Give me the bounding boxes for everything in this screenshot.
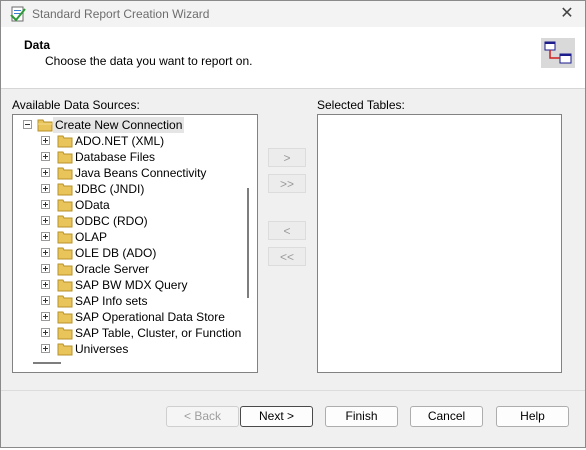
folder-icon [57,263,73,276]
add-all-tables-button[interactable]: >> [268,174,306,193]
help-button[interactable]: Help [496,406,569,427]
tree-node-label: OData [75,198,110,212]
tree-node-label: SAP BW MDX Query [75,278,188,292]
remove-table-button[interactable]: < [268,221,306,240]
wizard-header: Data Choose the data you want to report … [1,27,585,89]
finish-button[interactable]: Finish [325,406,398,427]
folder-icon [57,183,73,196]
folder-icon [57,215,73,228]
folder-icon [57,135,73,148]
folder-icon [57,231,73,244]
expand-icon[interactable] [41,200,50,209]
expand-icon[interactable] [41,280,50,289]
title-bar: Standard Report Creation Wizard ✕ [1,1,585,27]
available-sources-tree[interactable]: Create New Connection ADO.NET (XML) Datab… [12,114,258,373]
tree-node-label: JDBC (JNDI) [75,182,145,196]
add-table-button[interactable]: > [268,148,306,167]
tree-node-label: SAP Table, Cluster, or Function [75,326,242,340]
available-sources-label: Available Data Sources: [12,98,140,112]
folder-icon [57,279,73,292]
tree-node-label: OLAP [75,230,108,244]
tree-node-label: OLE DB (ADO) [75,246,157,260]
folder-icon [57,199,73,212]
expand-icon[interactable] [41,264,50,273]
folder-icon [57,247,73,260]
expand-icon[interactable] [41,344,50,353]
expand-icon[interactable] [41,328,50,337]
back-button[interactable]: < Back [166,406,239,427]
tree-node-label: Database Files [75,150,156,164]
tree-node-label: Universes [75,342,129,356]
window-title: Standard Report Creation Wizard [32,7,210,21]
horizontal-scrollbar-thumb[interactable] [33,362,61,364]
report-app-icon [10,6,26,22]
step-title: Data [24,38,51,52]
close-button[interactable]: ✕ [557,4,577,24]
tree-node-label: ODBC (RDO) [75,214,148,228]
folder-icon [57,167,73,180]
tree-node-label: ADO.NET (XML) [75,134,165,148]
folder-icon [57,311,73,324]
folder-icon [57,295,73,308]
cancel-button[interactable]: Cancel [410,406,483,427]
expand-icon[interactable] [41,184,50,193]
selected-tables-label: Selected Tables: [317,98,405,112]
selected-tables-list[interactable] [317,114,562,373]
footer-divider [1,390,585,391]
tree-node-label: Java Beans Connectivity [75,166,207,180]
tree-node-label: SAP Info sets [75,294,148,308]
expand-icon[interactable] [41,168,50,177]
expand-icon[interactable] [41,152,50,161]
expand-icon[interactable] [41,136,50,145]
expand-icon[interactable] [41,216,50,225]
folder-icon [57,151,73,164]
expand-icon[interactable] [41,296,50,305]
expand-icon[interactable] [41,232,50,241]
collapse-icon[interactable] [23,120,32,129]
wizard-window: Standard Report Creation Wizard ✕ Data C… [0,0,586,448]
folder-open-icon [37,119,53,132]
folder-icon [57,343,73,356]
expand-icon[interactable] [41,312,50,321]
tree-node-label: Oracle Server [75,262,150,276]
folder-icon [57,327,73,340]
expand-icon[interactable] [41,248,50,257]
tree-node-label: Create New Connection [53,117,185,133]
vertical-scrollbar-thumb[interactable] [247,188,249,298]
step-subtitle: Choose the data you want to report on. [45,54,253,68]
next-button[interactable]: Next > [240,406,313,427]
remove-all-tables-button[interactable]: << [268,247,306,266]
tree-node-label: SAP Operational Data Store [75,310,225,324]
table-link-icon [541,38,575,68]
